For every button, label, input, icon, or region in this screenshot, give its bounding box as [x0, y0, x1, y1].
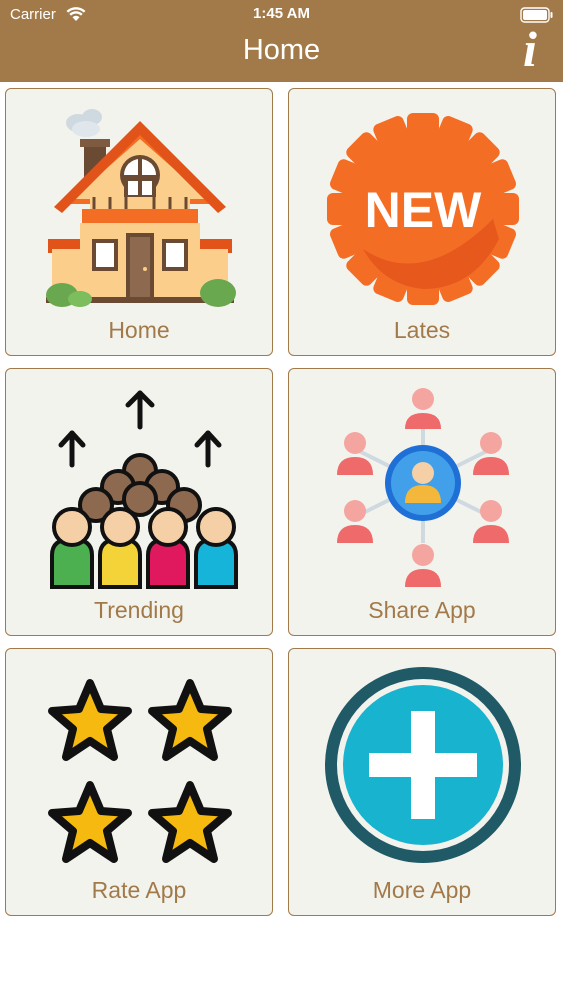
trending-tile[interactable]: Trending [5, 368, 273, 636]
rate-app-tile[interactable]: Rate App [5, 648, 273, 916]
lates-label: Lates [393, 317, 451, 343]
new-badge-icon: NEW [327, 113, 519, 305]
clock: 1:45 AM [253, 5, 310, 22]
nav-header: Carrier 1:45 AM Home i [0, 0, 563, 82]
info-button[interactable]: i [515, 21, 545, 77]
share-app-label: Share App [368, 597, 476, 623]
share-network-icon [337, 388, 509, 587]
more-app-label: More App [372, 877, 472, 903]
new-badge-text: NEW [365, 182, 482, 238]
more-app-tile[interactable]: More App [288, 648, 556, 916]
home-label: Home [108, 317, 170, 343]
status-bar: Carrier 1:45 AM [0, 0, 563, 30]
home-tile[interactable]: Home [5, 88, 273, 356]
page-title: Home [242, 34, 321, 66]
plus-circle-icon [325, 667, 521, 863]
share-app-tile[interactable]: Share App [288, 368, 556, 636]
trending-label: Trending [94, 597, 184, 623]
stars-icon [40, 659, 240, 869]
rate-app-label: Rate App [91, 877, 187, 903]
lates-tile[interactable]: NEW Lates [288, 88, 556, 356]
house-icon [46, 109, 236, 307]
info-icon: i [523, 21, 537, 77]
trending-crowd-icon [50, 390, 238, 589]
